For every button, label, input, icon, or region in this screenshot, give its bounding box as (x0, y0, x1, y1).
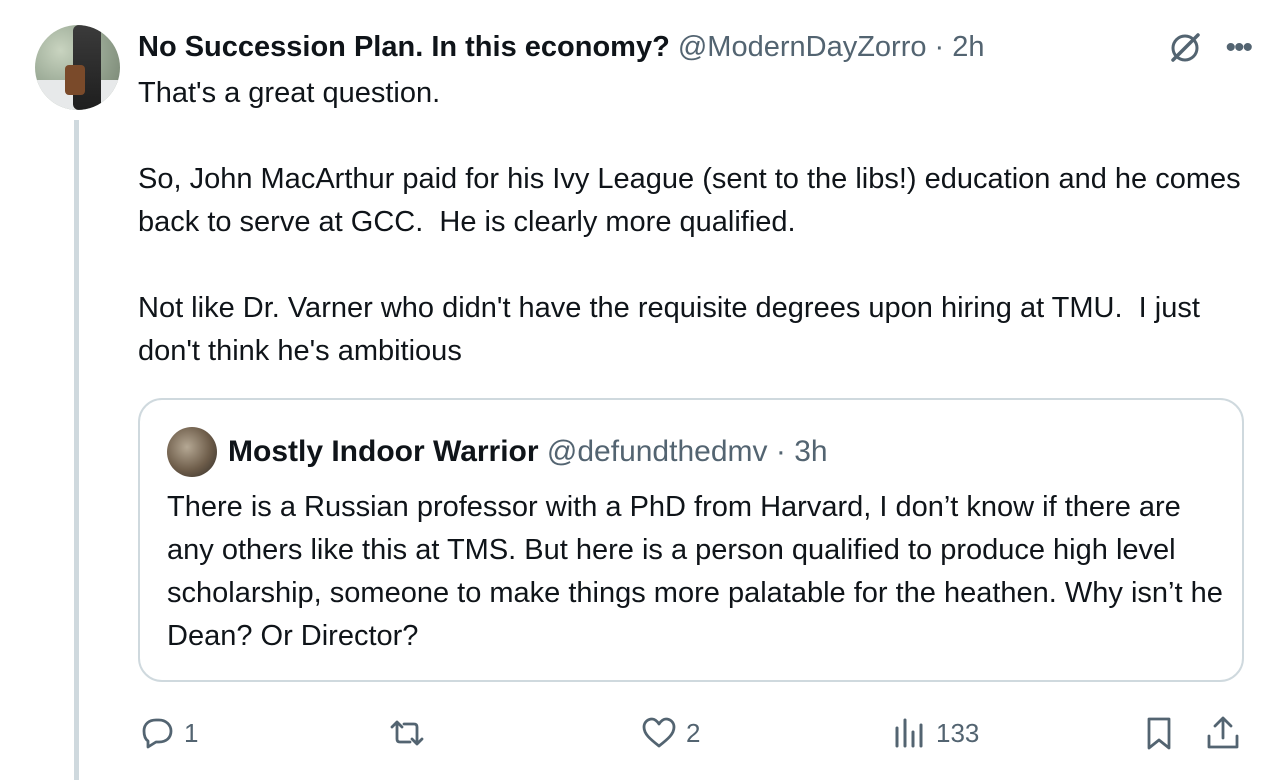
author-name[interactable]: No Succession Plan. In this economy? (138, 31, 670, 63)
quoted-tweet-text: There is a Russian professor with a PhD … (167, 491, 1231, 652)
quoted-author-avatar[interactable] (167, 427, 217, 477)
views-count: 133 (936, 717, 980, 748)
thread-line (74, 120, 79, 780)
tweet-text: That's a great question. So, John MacArt… (138, 77, 1241, 367)
share-icon (1207, 716, 1239, 749)
bookmark-button[interactable] (1140, 708, 1178, 758)
grok-icon[interactable] (1167, 30, 1203, 66)
tweet-top-actions: ••• (1167, 28, 1253, 68)
author-handle[interactable]: @ModernDayZorro (678, 31, 927, 63)
tweet-header: No Succession Plan. In this economy? @Mo… (138, 27, 985, 67)
tweet: No Succession Plan. In this economy? @Mo… (0, 0, 1281, 780)
quoted-tweet[interactable]: Mostly Indoor Warrior @defundthedmv · 3h… (138, 398, 1244, 682)
quoted-author-name: Mostly Indoor Warrior (228, 435, 539, 468)
reply-count: 1 (184, 717, 199, 748)
reply-button[interactable]: 1 (138, 708, 198, 758)
reply-icon (142, 718, 173, 749)
like-button[interactable]: 2 (640, 708, 700, 758)
tweet-time[interactable]: 2h (952, 31, 984, 63)
quoted-tweet-header: Mostly Indoor Warrior @defundthedmv · 3h (228, 432, 828, 472)
author-avatar[interactable] (35, 25, 120, 110)
like-count: 2 (686, 717, 701, 748)
separator-dot: · (934, 31, 945, 63)
share-button[interactable] (1204, 708, 1242, 758)
quoted-tweet-time: 3h (794, 435, 828, 468)
repost-icon (390, 720, 424, 746)
repost-button[interactable] (388, 708, 434, 758)
more-icon[interactable]: ••• (1225, 33, 1252, 63)
views-button[interactable]: 133 (890, 708, 979, 758)
separator-dot: · (775, 435, 786, 468)
tweet-action-bar: 1 2 133 (138, 708, 1248, 758)
views-icon (895, 718, 923, 748)
like-icon (642, 717, 676, 748)
quoted-author-handle: @defundthedmv (546, 435, 768, 468)
bookmark-icon (1147, 717, 1171, 750)
